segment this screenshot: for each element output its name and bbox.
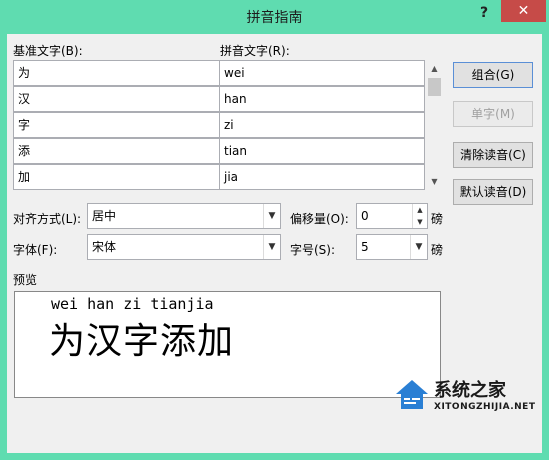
size-unit: 磅 xyxy=(431,243,444,257)
size-value: 5 xyxy=(361,240,369,254)
offset-spinner[interactable]: 0 ▲ ▼ xyxy=(356,203,428,229)
alignment-label: 对齐方式(L): xyxy=(13,212,82,226)
offset-label: 偏移量(O): xyxy=(290,212,349,226)
help-button[interactable]: ? xyxy=(472,2,496,24)
group-button[interactable]: 组合(G) xyxy=(453,62,533,88)
house-logo-icon xyxy=(396,380,428,409)
phonetic-grid: 为 wei 汉 han 字 zi 添 tian 加 jia xyxy=(13,60,433,190)
ruby-text-field[interactable]: jia xyxy=(219,164,425,190)
font-value: 宋体 xyxy=(92,240,117,254)
size-select[interactable]: 5 ▼ xyxy=(356,234,428,260)
offset-value: 0 xyxy=(361,209,369,223)
ruby-text-field[interactable]: tian xyxy=(219,138,425,164)
grid-scrollbar[interactable]: ▲ ▼ xyxy=(426,60,443,190)
base-text-field[interactable]: 字 xyxy=(13,112,220,138)
window-title: 拼音指南 xyxy=(246,10,303,26)
base-text-field[interactable]: 为 xyxy=(13,60,220,86)
font-select[interactable]: 宋体 ▼ xyxy=(87,234,281,260)
base-text-header: 基准文字(B): xyxy=(13,44,83,58)
title-bar: 拼音指南 ? ✕ xyxy=(0,0,549,34)
base-text-field[interactable]: 加 xyxy=(13,164,220,190)
ruby-text-header: 拼音文字(R): xyxy=(220,44,290,58)
alignment-value: 居中 xyxy=(92,209,117,223)
scroll-thumb[interactable] xyxy=(428,78,441,96)
chevron-down-icon[interactable]: ▼ xyxy=(263,235,280,259)
base-text-field[interactable]: 添 xyxy=(13,138,220,164)
ruby-text-field[interactable]: wei xyxy=(219,60,425,86)
chevron-down-icon[interactable]: ▼ xyxy=(410,235,427,259)
watermark-title: 系统之家 xyxy=(434,380,506,401)
offset-unit: 磅 xyxy=(431,212,444,226)
scroll-up-icon[interactable]: ▲ xyxy=(426,60,443,77)
base-text-field[interactable]: 汉 xyxy=(13,86,220,112)
spin-updown-icon[interactable]: ▲ ▼ xyxy=(412,204,427,228)
default-reading-button[interactable]: 默认读音(D) xyxy=(453,179,533,205)
chevron-down-icon[interactable]: ▼ xyxy=(263,204,280,228)
ruby-text-field[interactable]: han xyxy=(219,86,425,112)
close-button[interactable]: ✕ xyxy=(501,0,546,22)
ruby-text-field[interactable]: zi xyxy=(219,112,425,138)
mono-button[interactable]: 单字(M) xyxy=(453,101,533,127)
preview-base-text: 为汉字添加 xyxy=(49,321,235,362)
font-label: 字体(F): xyxy=(13,243,58,257)
watermark: 系统之家 XITONGZHIJIA.NET xyxy=(386,372,546,432)
size-label: 字号(S): xyxy=(290,243,336,257)
clear-reading-button[interactable]: 清除读音(C) xyxy=(453,142,533,168)
alignment-select[interactable]: 居中 ▼ xyxy=(87,203,281,229)
watermark-url: XITONGZHIJIA.NET xyxy=(434,402,536,412)
preview-label: 预览 xyxy=(13,273,38,287)
preview-box: wei han zi tianjia 为汉字添加 xyxy=(14,291,441,398)
scroll-down-icon[interactable]: ▼ xyxy=(426,173,443,190)
preview-ruby-text: wei han zi tianjia xyxy=(51,295,214,313)
